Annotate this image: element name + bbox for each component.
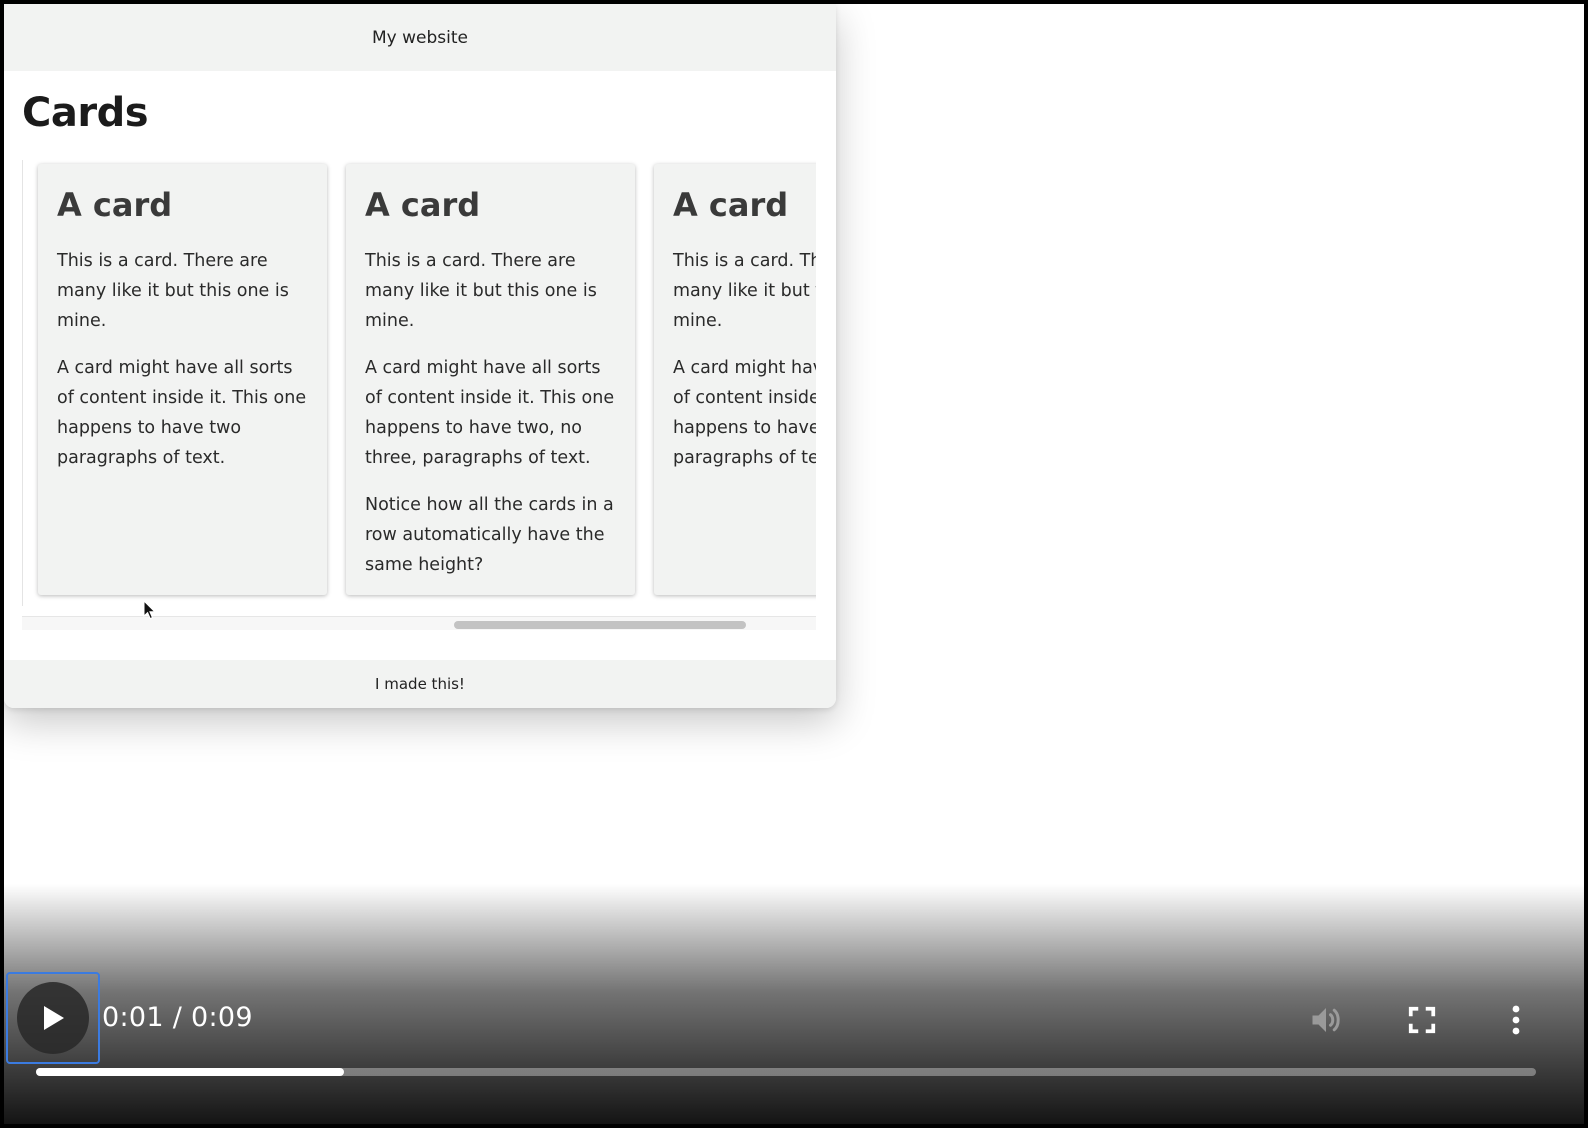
cards-scroll-container[interactable]: A card This is a card. There are many lik… bbox=[22, 160, 816, 630]
site-header-title: My website bbox=[372, 27, 468, 48]
card-paragraph: This is a card. There are many like it b… bbox=[57, 251, 289, 331]
card-title: A card bbox=[57, 186, 173, 224]
more-options-icon bbox=[1512, 1005, 1520, 1035]
card: A card This is a card. There are many lik… bbox=[654, 164, 816, 595]
card: A card This is a card. There are many lik… bbox=[38, 164, 327, 595]
mouse-pointer-icon bbox=[143, 600, 157, 620]
play-button[interactable] bbox=[6, 972, 100, 1064]
more-options-button[interactable] bbox=[1496, 1000, 1536, 1040]
site-header: My website bbox=[4, 4, 836, 71]
card-paragraph: A card might have all sorts of content i… bbox=[365, 358, 615, 468]
cards-row: A card This is a card. There are many lik… bbox=[38, 164, 816, 595]
site-footer: I made this! bbox=[4, 660, 836, 708]
card-paragraph: This is a card. There are many like it b… bbox=[673, 251, 816, 331]
card-paragraph: Notice how all the cards in a row automa… bbox=[365, 495, 614, 575]
page-title: Cards bbox=[22, 90, 149, 136]
embedded-website-window: My website Cards A card This is a card. T… bbox=[4, 4, 836, 708]
play-icon bbox=[17, 982, 89, 1054]
scrollbar-thumb[interactable] bbox=[454, 621, 746, 629]
progress-bar-fill bbox=[36, 1068, 344, 1076]
progress-bar[interactable] bbox=[36, 1068, 1536, 1076]
time-display: 0:01 / 0:09 bbox=[102, 1002, 253, 1033]
volume-button[interactable] bbox=[1306, 1000, 1346, 1040]
footer-text: I made this! bbox=[375, 675, 465, 693]
card-paragraph: A card might have all sorts of content i… bbox=[57, 358, 307, 468]
video-frame[interactable]: My website Cards A card This is a card. T… bbox=[4, 4, 1584, 1124]
fullscreen-button[interactable] bbox=[1402, 1000, 1442, 1040]
volume-icon bbox=[1312, 1008, 1340, 1032]
card-paragraph: This is a card. There are many like it b… bbox=[365, 251, 597, 331]
card: A card This is a card. There are many lik… bbox=[346, 164, 635, 595]
horizontal-scrollbar[interactable] bbox=[22, 616, 816, 630]
card-title: A card bbox=[365, 186, 481, 224]
fullscreen-icon bbox=[1408, 1006, 1436, 1034]
card-paragraph: A card might have all sorts of content i… bbox=[673, 358, 816, 468]
cards-viewport: A card This is a card. There are many lik… bbox=[22, 160, 816, 606]
card-title: A card bbox=[673, 186, 789, 224]
